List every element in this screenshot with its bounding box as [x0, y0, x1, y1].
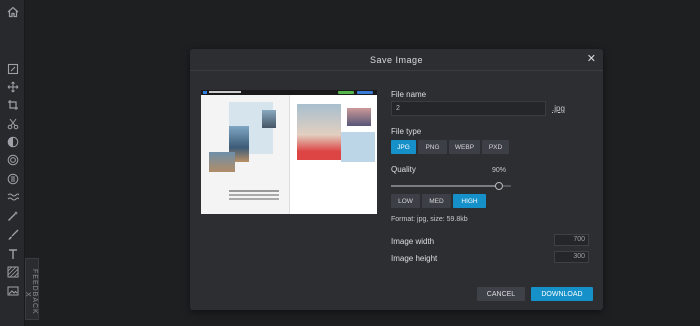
adjust-icon[interactable] [5, 134, 20, 149]
wand-icon[interactable] [5, 208, 20, 223]
preview-photo-portrait [347, 108, 371, 126]
file-type-label: File type [391, 127, 422, 136]
file-type-jpg-button[interactable]: JPG [391, 140, 416, 154]
cut-icon[interactable] [5, 116, 20, 131]
image-width-input[interactable]: 700 [554, 234, 589, 246]
file-type-png-button[interactable]: PNG [418, 140, 447, 154]
cancel-button[interactable]: CANCEL [477, 287, 525, 301]
wave-icon[interactable] [5, 189, 20, 204]
image-height-input[interactable]: 300 [554, 251, 589, 263]
edit-icon[interactable] [5, 61, 20, 76]
preview-photo-small [262, 110, 276, 128]
quality-low-button[interactable]: LOW [391, 194, 420, 208]
dialog-title: Save Image [190, 49, 603, 71]
effect-icon[interactable] [5, 171, 20, 186]
format-info: Format: jpg, size: 59.8kb [391, 216, 468, 223]
save-image-dialog: Save Image ✕ File name 2 .jpg File type … [190, 49, 603, 310]
file-name-label: File name [391, 90, 427, 99]
left-toolbar [0, 0, 25, 326]
feedback-label: FEEDBACK [31, 269, 38, 315]
quality-slider[interactable] [391, 182, 511, 190]
preview-button-blue [357, 91, 373, 94]
file-type-webp-button[interactable]: WEBP [449, 140, 480, 154]
preview-button-green [338, 91, 354, 94]
brush-icon[interactable] [5, 227, 20, 242]
move-icon[interactable] [5, 79, 20, 94]
file-name-input[interactable]: 2 [391, 101, 546, 116]
preview-panel-blue [341, 132, 375, 162]
quality-slider-fill [391, 185, 499, 187]
image-height-label: Image height [391, 254, 438, 263]
feedback-close-label[interactable]: X [24, 292, 31, 298]
image-preview [201, 90, 377, 214]
feedback-tab[interactable]: FEEDBACK X [24, 258, 39, 320]
file-extension: .jpg [552, 104, 565, 113]
pattern-icon[interactable] [5, 264, 20, 279]
home-icon[interactable] [5, 4, 20, 19]
file-type-group: JPG PNG WEBP PXD [391, 140, 509, 154]
preview-divider [289, 95, 290, 214]
quality-slider-knob[interactable] [495, 182, 503, 190]
download-button[interactable]: DOWNLOAD [531, 287, 593, 301]
close-icon[interactable]: ✕ [587, 54, 596, 65]
preview-text-lines [229, 190, 279, 192]
quality-label: Quality [391, 165, 416, 174]
quality-value: 90% [492, 167, 507, 174]
crop-icon[interactable] [5, 97, 20, 112]
image-width-label: Image width [391, 237, 435, 246]
quality-med-button[interactable]: MED [422, 194, 451, 208]
quality-preset-group: LOW MED HIGH [391, 194, 486, 208]
preview-photo-woman [297, 104, 341, 160]
text-icon[interactable] [5, 246, 20, 261]
filter-icon[interactable] [5, 152, 20, 167]
image-icon[interactable] [5, 283, 20, 298]
preview-logo [203, 91, 207, 94]
preview-photo-landscape [209, 152, 235, 172]
quality-high-button[interactable]: HIGH [453, 194, 486, 208]
file-type-pxd-button[interactable]: PXD [482, 140, 509, 154]
preview-site-name [209, 91, 241, 93]
